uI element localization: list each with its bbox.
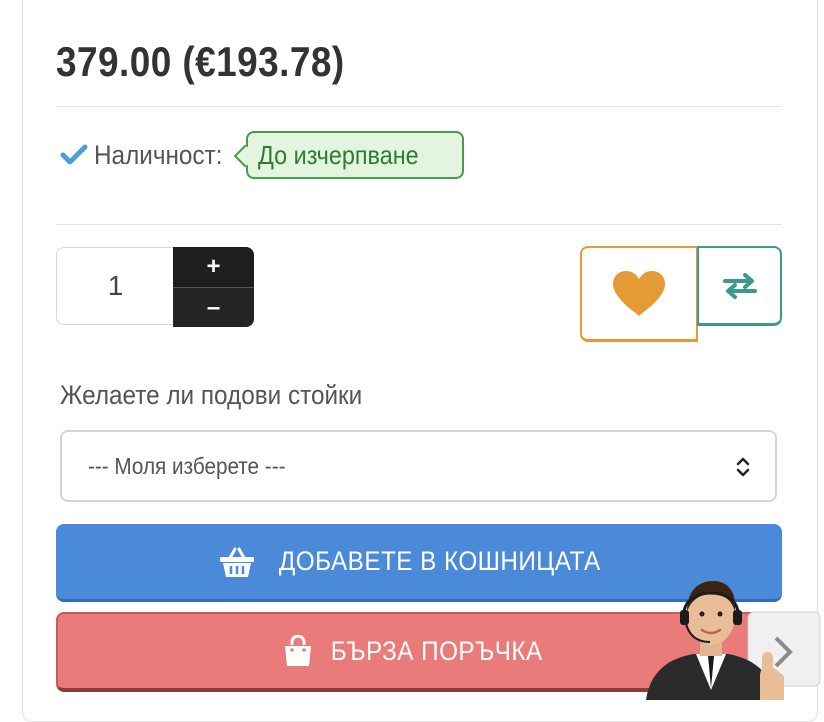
divider: [56, 106, 782, 107]
compare-button[interactable]: [697, 246, 782, 326]
quantity-decrease-button[interactable]: –: [173, 287, 254, 327]
shopping-bag-icon: [285, 635, 312, 666]
chevron-updown-icon: [736, 457, 750, 477]
support-agent-icon: [646, 581, 821, 700]
product-price: 379.00 (€193.78): [56, 38, 345, 85]
availability-label: Наличност:: [94, 139, 223, 170]
heart-icon: [613, 270, 665, 316]
quantity-stepper: + –: [173, 247, 254, 327]
quick-order-label: БЪРЗА ПОРЪЧКА: [331, 635, 543, 666]
stand-option-select[interactable]: --- Моля изберете ---: [60, 430, 777, 502]
basket-icon: [220, 547, 255, 577]
quantity-increase-button[interactable]: +: [173, 247, 254, 287]
check-icon: [60, 144, 88, 165]
option-label: Желаете ли подови стойки: [60, 380, 363, 410]
divider: [56, 224, 782, 225]
quantity-input[interactable]: 1: [56, 247, 174, 325]
availability-value: До изчерпване: [258, 140, 419, 170]
availability: Наличност: До изчерпване: [60, 131, 464, 179]
add-to-cart-label: ДОБАВЕТЕ В КОШНИЦАТА: [279, 546, 601, 576]
select-value: --- Моля изберете ---: [88, 453, 286, 479]
swap-arrows-icon: [722, 272, 757, 299]
availability-badge: До изчерпване: [246, 131, 464, 179]
support-agent-widget[interactable]: [636, 572, 824, 700]
wishlist-button[interactable]: [580, 246, 698, 342]
